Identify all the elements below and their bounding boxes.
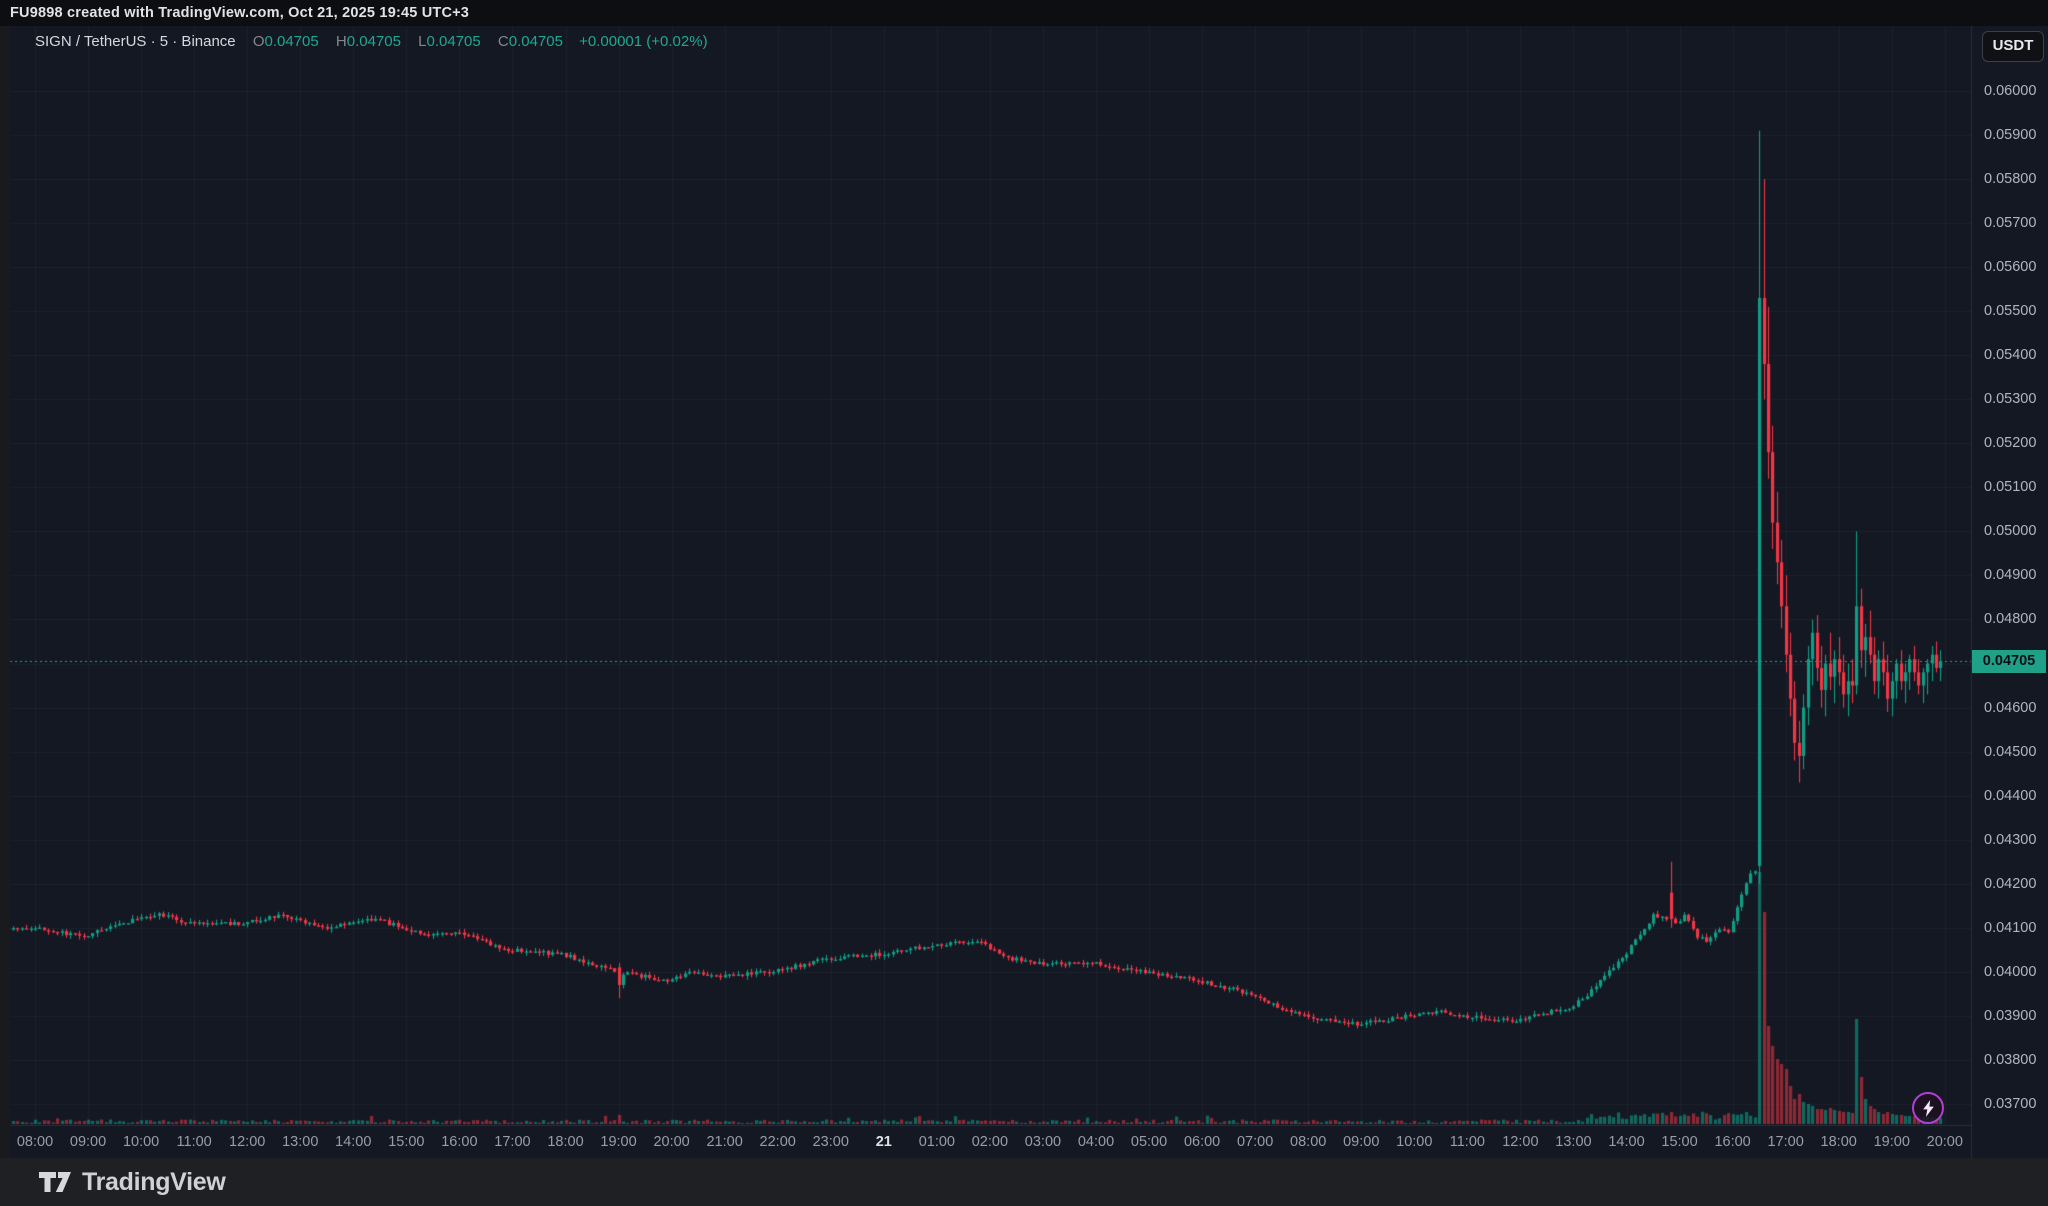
time-axis-label: 13:00 bbox=[1555, 1134, 1592, 1150]
last-price-badge: 0.04705 bbox=[1972, 649, 2046, 673]
price-axis-label: 0.04500 bbox=[1984, 743, 2037, 760]
tradingview-logo-icon[interactable] bbox=[38, 1167, 72, 1197]
high-label: H bbox=[335, 33, 347, 50]
time-axis-label: 09:00 bbox=[1343, 1134, 1380, 1150]
time-axis-label: 09:00 bbox=[69, 1134, 107, 1150]
time-axis-label: 15:00 bbox=[388, 1134, 425, 1150]
time-axis-label: 06:00 bbox=[1183, 1134, 1221, 1150]
time-axis-label: 18:00 bbox=[1820, 1134, 1857, 1150]
price-axis-label: 0.05600 bbox=[1984, 259, 2037, 276]
time-axis-label: 08:00 bbox=[16, 1134, 54, 1150]
lightning-bolt-icon bbox=[1922, 1099, 1934, 1117]
footer-bar: TradingView bbox=[0, 1158, 2048, 1206]
time-axis-label: 19:00 bbox=[600, 1134, 637, 1150]
price-axis-label: 0.04100 bbox=[1984, 919, 2037, 936]
price-axis-label: 0.04400 bbox=[1984, 787, 2037, 804]
price-axis-label: 0.05200 bbox=[1984, 435, 2037, 452]
time-axis-label: 21:00 bbox=[706, 1134, 743, 1150]
price-axis-label: 0.05700 bbox=[1984, 215, 2037, 232]
time-axis-label: 03:00 bbox=[1024, 1134, 1062, 1150]
time-axis-label: 18:00 bbox=[547, 1134, 584, 1150]
close-label: C bbox=[497, 33, 509, 50]
time-axis-label: 17:00 bbox=[1767, 1134, 1804, 1150]
price-axis-label: 0.03900 bbox=[1984, 1007, 2037, 1024]
time-axis-label: 21 bbox=[875, 1134, 892, 1150]
price-axis-label: 0.06000 bbox=[1984, 83, 2037, 99]
time-axis-label: 02:00 bbox=[971, 1134, 1009, 1150]
high-value: 0.04705 bbox=[346, 33, 401, 50]
tradingview-wordmark[interactable]: TradingView bbox=[82, 1168, 226, 1197]
watermark-bar: FU9898 created with TradingView.com, Oct… bbox=[0, 0, 2048, 26]
time-axis-label: 10:00 bbox=[1396, 1134, 1433, 1150]
left-edge-strip bbox=[0, 26, 10, 1158]
time-axis-label: 15:00 bbox=[1661, 1134, 1698, 1150]
price-axis-label: 0.04000 bbox=[1984, 963, 2037, 980]
price-axis-label: 0.05100 bbox=[1984, 479, 2037, 496]
time-axis-label: 16:00 bbox=[441, 1134, 478, 1150]
close-value: 0.04705 bbox=[508, 33, 563, 50]
price-axis-label: 0.05300 bbox=[1984, 391, 2037, 408]
time-axis-label: 10:00 bbox=[122, 1134, 160, 1150]
price-axis-label: 0.03800 bbox=[1984, 1051, 2037, 1068]
time-axis-label: 12:00 bbox=[229, 1134, 266, 1150]
open-label: O bbox=[252, 33, 265, 50]
watermark-text: FU9898 created with TradingView.com, Oct… bbox=[10, 5, 470, 21]
symbol-title[interactable]: SIGN / TetherUS · 5 · Binance bbox=[35, 33, 236, 50]
time-axis-label: 20:00 bbox=[653, 1134, 690, 1150]
time-axis-label: 19:00 bbox=[1873, 1134, 1910, 1150]
open-value: 0.04705 bbox=[264, 33, 319, 50]
time-axis-label: 01:00 bbox=[918, 1134, 955, 1150]
time-axis-label: 16:00 bbox=[1714, 1134, 1751, 1150]
price-axis-label: 0.05400 bbox=[1984, 347, 2037, 364]
price-axis-label: 0.04200 bbox=[1984, 875, 2037, 892]
low-value: 0.04705 bbox=[426, 33, 481, 50]
time-axis-label: 04:00 bbox=[1077, 1134, 1115, 1150]
price-change: +0.00001 (+0.02%) bbox=[579, 33, 708, 50]
time-axis-label: 14:00 bbox=[1608, 1134, 1645, 1150]
time-axis-label: 23:00 bbox=[812, 1134, 849, 1150]
time-axis-label: 12:00 bbox=[1502, 1134, 1539, 1150]
price-axis-label: 0.05800 bbox=[1984, 171, 2037, 188]
price-axis-label: 0.05000 bbox=[1984, 523, 2037, 540]
chart-window: FU9898 created with TradingView.com, Oct… bbox=[0, 0, 2048, 1206]
price-axis-label: 0.04600 bbox=[1984, 699, 2037, 716]
time-axis-label: 08:00 bbox=[1290, 1134, 1327, 1150]
time-axis-label: 07:00 bbox=[1236, 1134, 1274, 1150]
price-axis-label: 0.03700 bbox=[1984, 1095, 2037, 1112]
price-axis-label: 0.04900 bbox=[1984, 567, 2037, 584]
time-axis-label: 05:00 bbox=[1130, 1134, 1168, 1150]
time-axis-label: 20:00 bbox=[1926, 1134, 1963, 1150]
price-axis-label: 0.04300 bbox=[1984, 831, 2037, 848]
time-axis-label: 14:00 bbox=[335, 1134, 372, 1150]
time-axis-label: 22:00 bbox=[759, 1134, 796, 1150]
price-axis-label: 0.04800 bbox=[1984, 611, 2037, 628]
time-axis-label: 17:00 bbox=[494, 1134, 531, 1150]
lightning-button[interactable] bbox=[1912, 1092, 1944, 1124]
time-axis-label: 11:00 bbox=[176, 1134, 212, 1150]
price-axis-label: 0.05900 bbox=[1984, 127, 2037, 144]
price-axis-label: 0.05500 bbox=[1984, 303, 2037, 320]
time-axis-label: 13:00 bbox=[282, 1134, 319, 1150]
price-chart-canvas[interactable] bbox=[0, 0, 2048, 1206]
symbol-legend: SIGN / TetherUS · 5 · Binance O0.04705 H… bbox=[35, 33, 708, 51]
time-axis-label: 11:00 bbox=[1449, 1134, 1485, 1150]
